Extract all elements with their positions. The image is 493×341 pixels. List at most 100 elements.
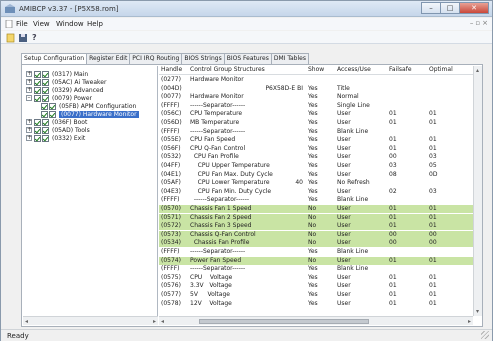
grid-horizontal-scrollbar[interactable]: ◂ ▸ (159, 316, 473, 325)
table-row[interactable]: (04FF) CPU Upper Temperature Yes User 03 05 (159, 162, 473, 170)
mdi-restore-button[interactable]: ▫ (475, 19, 480, 27)
scroll-left-arrow[interactable]: ◂ (25, 317, 28, 326)
tree-horizontal-scrollbar[interactable]: ◂ ▸ (23, 316, 158, 325)
title-bar[interactable]: AMIBCP v3.37 - [P5X58.rom] – □ ✕ (1, 1, 492, 17)
checkbox[interactable] (42, 78, 49, 86)
checkbox[interactable] (41, 110, 48, 118)
checkbox[interactable] (42, 94, 49, 102)
save-icon[interactable] (18, 33, 28, 43)
checkbox[interactable] (41, 102, 48, 110)
minimize-button[interactable]: – (421, 2, 441, 14)
tab-bios-strings[interactable]: BIOS Strings (181, 53, 225, 64)
grid-scroll-thumb[interactable] (199, 319, 369, 324)
table-row[interactable]: (FFFF) ------Separator------ Yes Single Lin… (159, 102, 473, 110)
grid-vertical-scrollbar[interactable]: ▴ ▾ (473, 66, 482, 316)
checkbox[interactable] (34, 94, 41, 102)
tree-node[interactable]: + (0317) Main (26, 70, 88, 78)
column-header-structure[interactable]: Control Group Structures (190, 66, 265, 74)
cell-handle: (05AF) (161, 179, 181, 187)
tree-node[interactable]: + (0332) Exit (26, 134, 85, 142)
cell-show: No (308, 239, 317, 247)
tree-node[interactable]: + (05AC) Ai Tweaker (26, 78, 106, 86)
table-row[interactable]: (FFFF) ------Separator------ Yes Blank Line (159, 128, 473, 136)
tree-node[interactable]: – (0079) Power (26, 94, 92, 102)
scroll-down-arrow[interactable]: ▾ (476, 307, 479, 316)
table-row[interactable]: (04E1) CPU Fan Max. Duty Cycle Yes User 08 0… (159, 171, 473, 179)
checkbox[interactable] (34, 86, 41, 94)
checkbox[interactable] (34, 134, 41, 142)
table-row[interactable]: (0578) 12V Voltage Yes User 01 01 (159, 300, 473, 308)
table-row[interactable]: (FFFF) ------Separator------ Yes Blank Line (159, 248, 473, 256)
expand-icon[interactable]: + (26, 71, 32, 77)
tree-node[interactable]: + (036F) Boot (26, 118, 87, 126)
collapse-icon[interactable]: – (26, 95, 32, 101)
tab-register-edit[interactable]: Register Edit (86, 53, 131, 64)
menu-file[interactable]: File (5, 20, 28, 28)
table-row[interactable]: (0576) 3.3V Voltage Yes User 01 01 (159, 282, 473, 290)
table-row[interactable]: (05AF) CPU Lower Temperature Yes No Refres… (159, 179, 473, 187)
tree-node[interactable]: + (05AD) Tools (26, 126, 90, 134)
column-header-show[interactable]: Show (308, 66, 324, 74)
menu-help[interactable]: Help (87, 20, 103, 28)
tree-node[interactable]: (0077) Hardware Monitor (41, 110, 139, 118)
mdi-minimize-button[interactable]: – (470, 19, 474, 27)
checkbox[interactable] (49, 110, 56, 118)
tab-bios-features[interactable]: BIOS Features (223, 53, 272, 64)
table-row[interactable]: (056D) MB Temperature Yes User 01 01 (159, 119, 473, 127)
checkbox[interactable] (34, 78, 41, 86)
tree-node[interactable]: + (0329) Advanced (26, 86, 104, 94)
column-header-access[interactable]: Access/Use (337, 66, 371, 74)
checkbox[interactable] (42, 126, 49, 134)
resize-grip[interactable] (481, 331, 489, 339)
expand-icon[interactable]: + (26, 79, 32, 85)
checkbox[interactable] (42, 70, 49, 78)
expand-icon[interactable]: + (26, 119, 32, 125)
table-row[interactable]: (056F) CPU Q-Fan Control Yes User 01 01 (159, 145, 473, 153)
setup-tree[interactable]: + (0317) Main + (05AC) Ai Tweaker + (0329) Ad… (23, 66, 158, 325)
scroll-right-arrow[interactable]: ▸ (153, 317, 156, 326)
checkbox[interactable] (42, 134, 49, 142)
table-row[interactable]: (055E) CPU Fan Speed Yes User 01 01 (159, 136, 473, 144)
column-header-failsafe[interactable]: Failsafe (389, 66, 412, 74)
expand-icon[interactable]: + (26, 135, 32, 141)
table-row[interactable]: (0534) Chassis Fan Profile No User 00 00 (159, 239, 473, 248)
column-header-optimal[interactable]: Optimal (429, 66, 453, 74)
grid-scroll-left-arrow[interactable]: ◂ (161, 317, 164, 326)
table-row[interactable]: (0577) 5V Voltage Yes User 01 01 (159, 291, 473, 299)
checkbox[interactable] (34, 126, 41, 134)
checkbox[interactable] (49, 102, 56, 110)
checkbox[interactable] (42, 86, 49, 94)
close-button[interactable]: ✕ (459, 2, 489, 14)
new-file-icon[interactable] (6, 33, 16, 43)
table-row[interactable]: (0277) Hardware Monitor (159, 76, 473, 84)
checkbox[interactable] (34, 70, 41, 78)
table-row[interactable]: (0077) Hardware Monitor Yes Normal (159, 93, 473, 101)
column-header-handle[interactable]: Handle (161, 66, 182, 74)
menu-window[interactable]: Window (56, 20, 84, 28)
tree-node[interactable]: (05FB) APM Configuration (41, 102, 136, 110)
table-row[interactable]: (056C) CPU Temperature Yes User 01 01 (159, 110, 473, 118)
maximize-button[interactable]: □ (440, 2, 460, 14)
checkbox[interactable] (34, 118, 41, 126)
tab-pci-irq-routing[interactable]: PCI IRQ Routing (129, 53, 183, 64)
table-row[interactable]: (0575) CPU Voltage Yes User 01 01 (159, 274, 473, 282)
table-row[interactable]: (004D) Yes Title P6X58D-E BI (159, 85, 473, 93)
mdi-close-button[interactable]: × (482, 19, 488, 27)
table-row[interactable]: (04E3) CPU Fan Min. Duty Cycle Yes User 02 0… (159, 188, 473, 196)
table-row[interactable]: (0572) Chassis Fan 3 Speed No User 01 01 (159, 222, 473, 231)
table-row[interactable]: (0570) Chassis Fan 1 Speed No User 01 01 (159, 205, 473, 213)
grid-scroll-right-arrow[interactable]: ▸ (468, 317, 471, 326)
table-row[interactable]: (FFFF) ------Separator------ Yes Blank Line (159, 265, 473, 273)
table-row[interactable]: (0573) Chassis Q-Fan Control No User 00 00 (159, 230, 473, 239)
help-icon[interactable]: ? (32, 33, 42, 43)
menu-view[interactable]: View (33, 20, 50, 28)
table-row[interactable]: (0532) CPU Fan Profile Yes User 00 03 (159, 153, 473, 161)
expand-icon[interactable]: + (26, 87, 32, 93)
table-row[interactable]: (0571) Chassis Fan 2 Speed No User 01 01 (159, 213, 473, 222)
checkbox[interactable] (42, 118, 49, 126)
table-row[interactable]: (0574) Power Fan Speed No User 01 01 (159, 256, 473, 265)
table-row[interactable]: (FFFF) ------Separator------ Yes Blank Lin… (159, 196, 473, 204)
expand-icon[interactable]: + (26, 127, 32, 133)
scroll-up-arrow[interactable]: ▴ (476, 66, 479, 75)
tab-dmi-tables[interactable]: DMI Tables (270, 53, 309, 64)
